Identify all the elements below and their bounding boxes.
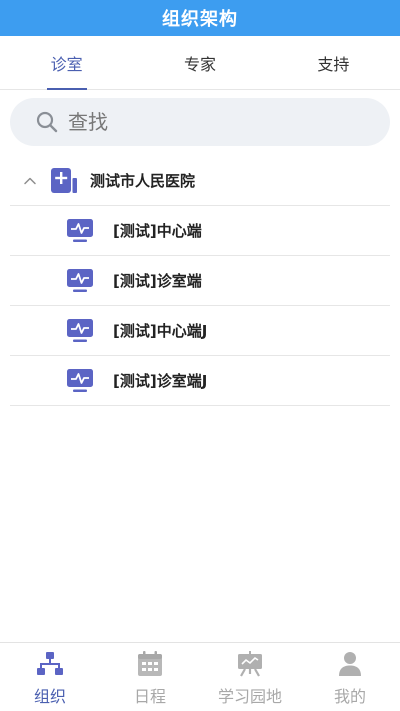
nav-label: 我的: [333, 687, 366, 706]
nav-item-schedule[interactable]: 日程: [100, 643, 200, 711]
category-tabs: 诊室 专家 支持: [0, 36, 400, 90]
tree-node-label: [测试]诊室端J: [113, 372, 208, 390]
title-bar: 组织架构: [0, 0, 400, 36]
tab-support-label: 支持: [317, 54, 350, 74]
tree-node-hospital[interactable]: 测试市人民医院: [10, 156, 390, 206]
hospital-plus-icon: [51, 167, 77, 193]
person-icon: [339, 652, 361, 676]
bottom-nav: 组织 日程 学习园地 我的: [0, 642, 400, 711]
org-tree: 测试市人民医院 [测试]中心端 [测试]诊室端 [测试]中心端J [测试]诊室端…: [10, 156, 390, 406]
tree-node-label: [测试]中心端: [113, 222, 202, 240]
nav-item-profile[interactable]: 我的: [300, 643, 400, 711]
monitor-pulse-icon: [67, 218, 93, 242]
monitor-pulse-icon: [67, 268, 93, 292]
monitor-pulse-icon: [67, 368, 93, 392]
nav-item-org[interactable]: 组织: [0, 643, 100, 711]
tree-node-clinic[interactable]: [测试]中心端J: [10, 306, 390, 356]
tab-clinic[interactable]: 诊室: [0, 36, 133, 90]
monitor-pulse-icon: [67, 318, 93, 342]
tab-support[interactable]: 支持: [267, 36, 400, 89]
nav-label: 学习园地: [217, 687, 282, 706]
tab-expert[interactable]: 专家: [133, 36, 266, 89]
easel-board-icon: [238, 651, 262, 677]
tree-node-label: [测试]中心端J: [113, 322, 208, 340]
tree-node-clinic[interactable]: [测试]诊室端: [10, 256, 390, 306]
tree-node-clinic[interactable]: [测试]中心端: [10, 206, 390, 256]
tab-expert-label: 专家: [183, 54, 216, 74]
chevron-up-icon[interactable]: [22, 173, 38, 189]
search-input[interactable]: [68, 110, 368, 134]
search-bar[interactable]: [10, 98, 390, 146]
nav-label: 日程: [133, 687, 166, 706]
page-title: 组织架构: [162, 9, 238, 30]
tab-clinic-label: 诊室: [50, 54, 83, 74]
tree-node-label: 测试市人民医院: [90, 172, 196, 190]
search-icon: [36, 111, 58, 133]
calendar-icon: [138, 651, 162, 676]
nav-label: 组织: [33, 687, 66, 706]
tree-node-label: [测试]诊室端: [113, 272, 202, 290]
nav-item-learning[interactable]: 学习园地: [200, 643, 300, 711]
org-chart-icon: [37, 652, 63, 675]
tree-node-clinic[interactable]: [测试]诊室端J: [10, 356, 390, 406]
